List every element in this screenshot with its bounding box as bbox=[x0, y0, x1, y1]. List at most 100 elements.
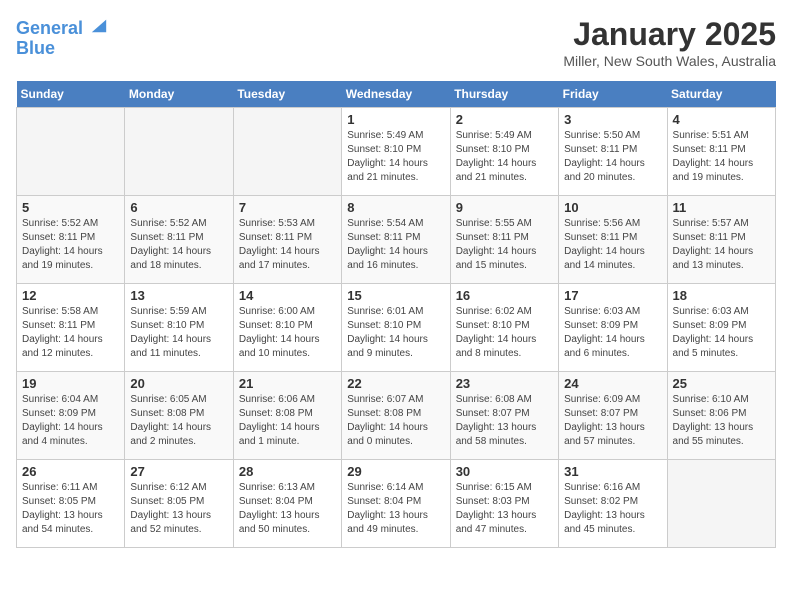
calendar-cell: 14 Sunrise: 6:00 AM Sunset: 8:10 PM Dayli… bbox=[233, 284, 341, 372]
day-info: Sunrise: 6:06 AM Sunset: 8:08 PM Dayligh… bbox=[239, 393, 336, 449]
day-info: Sunrise: 5:49 AM Sunset: 8:10 PM Dayligh… bbox=[456, 129, 553, 185]
week-row-2: 5 Sunrise: 5:52 AM Sunset: 8:11 PM Daylig… bbox=[17, 196, 776, 284]
day-number: 9 bbox=[456, 200, 553, 215]
day-number: 6 bbox=[130, 200, 227, 215]
day-number: 19 bbox=[22, 376, 119, 391]
calendar-cell: 13 Sunrise: 5:59 AM Sunset: 8:10 PM Dayli… bbox=[125, 284, 233, 372]
calendar-cell: 15 Sunrise: 6:01 AM Sunset: 8:10 PM Dayli… bbox=[342, 284, 450, 372]
day-info: Sunrise: 5:59 AM Sunset: 8:10 PM Dayligh… bbox=[130, 305, 227, 361]
day-info: Sunrise: 6:07 AM Sunset: 8:08 PM Dayligh… bbox=[347, 393, 444, 449]
header-wednesday: Wednesday bbox=[342, 81, 450, 108]
calendar-cell: 22 Sunrise: 6:07 AM Sunset: 8:08 PM Dayli… bbox=[342, 372, 450, 460]
day-number: 8 bbox=[347, 200, 444, 215]
week-row-5: 26 Sunrise: 6:11 AM Sunset: 8:05 PM Dayli… bbox=[17, 460, 776, 548]
calendar-cell: 6 Sunrise: 5:52 AM Sunset: 8:11 PM Daylig… bbox=[125, 196, 233, 284]
day-number: 18 bbox=[673, 288, 770, 303]
day-info: Sunrise: 5:52 AM Sunset: 8:11 PM Dayligh… bbox=[130, 217, 227, 273]
day-info: Sunrise: 5:53 AM Sunset: 8:11 PM Dayligh… bbox=[239, 217, 336, 273]
day-info: Sunrise: 6:00 AM Sunset: 8:10 PM Dayligh… bbox=[239, 305, 336, 361]
calendar-cell: 27 Sunrise: 6:12 AM Sunset: 8:05 PM Dayli… bbox=[125, 460, 233, 548]
day-number: 17 bbox=[564, 288, 661, 303]
day-number: 27 bbox=[130, 464, 227, 479]
logo: General Blue bbox=[16, 16, 108, 59]
calendar-cell: 2 Sunrise: 5:49 AM Sunset: 8:10 PM Daylig… bbox=[450, 108, 558, 196]
day-info: Sunrise: 5:49 AM Sunset: 8:10 PM Dayligh… bbox=[347, 129, 444, 185]
calendar-cell: 29 Sunrise: 6:14 AM Sunset: 8:04 PM Dayli… bbox=[342, 460, 450, 548]
calendar-cell: 8 Sunrise: 5:54 AM Sunset: 8:11 PM Daylig… bbox=[342, 196, 450, 284]
day-number: 7 bbox=[239, 200, 336, 215]
calendar-cell: 26 Sunrise: 6:11 AM Sunset: 8:05 PM Dayli… bbox=[17, 460, 125, 548]
day-number: 25 bbox=[673, 376, 770, 391]
header-sunday: Sunday bbox=[17, 81, 125, 108]
day-number: 24 bbox=[564, 376, 661, 391]
header-tuesday: Tuesday bbox=[233, 81, 341, 108]
calendar-cell bbox=[17, 108, 125, 196]
day-number: 22 bbox=[347, 376, 444, 391]
calendar-cell: 12 Sunrise: 5:58 AM Sunset: 8:11 PM Dayli… bbox=[17, 284, 125, 372]
day-info: Sunrise: 6:03 AM Sunset: 8:09 PM Dayligh… bbox=[673, 305, 770, 361]
week-row-1: 1 Sunrise: 5:49 AM Sunset: 8:10 PM Daylig… bbox=[17, 108, 776, 196]
calendar-cell: 24 Sunrise: 6:09 AM Sunset: 8:07 PM Dayli… bbox=[559, 372, 667, 460]
day-number: 2 bbox=[456, 112, 553, 127]
calendar-cell: 5 Sunrise: 5:52 AM Sunset: 8:11 PM Daylig… bbox=[17, 196, 125, 284]
day-info: Sunrise: 6:04 AM Sunset: 8:09 PM Dayligh… bbox=[22, 393, 119, 449]
day-number: 3 bbox=[564, 112, 661, 127]
day-info: Sunrise: 6:14 AM Sunset: 8:04 PM Dayligh… bbox=[347, 481, 444, 537]
calendar-cell: 31Sunrise: 6:16 AM Sunset: 8:02 PM Dayli… bbox=[559, 460, 667, 548]
calendar-cell: 30Sunrise: 6:15 AM Sunset: 8:03 PM Dayli… bbox=[450, 460, 558, 548]
day-info: Sunrise: 5:51 AM Sunset: 8:11 PM Dayligh… bbox=[673, 129, 770, 185]
day-info: Sunrise: 6:10 AM Sunset: 8:06 PM Dayligh… bbox=[673, 393, 770, 449]
day-info: Sunrise: 5:55 AM Sunset: 8:11 PM Dayligh… bbox=[456, 217, 553, 273]
calendar-cell: 18 Sunrise: 6:03 AM Sunset: 8:09 PM Dayli… bbox=[667, 284, 775, 372]
logo-icon bbox=[90, 16, 108, 34]
day-info: Sunrise: 6:16 AM Sunset: 8:02 PM Dayligh… bbox=[564, 481, 661, 537]
day-info: Sunrise: 5:58 AM Sunset: 8:11 PM Dayligh… bbox=[22, 305, 119, 361]
calendar-cell: 1 Sunrise: 5:49 AM Sunset: 8:10 PM Daylig… bbox=[342, 108, 450, 196]
header-friday: Friday bbox=[559, 81, 667, 108]
calendar-cell: 4 Sunrise: 5:51 AM Sunset: 8:11 PM Daylig… bbox=[667, 108, 775, 196]
calendar-cell: 11Sunrise: 5:57 AM Sunset: 8:11 PM Dayli… bbox=[667, 196, 775, 284]
header-monday: Monday bbox=[125, 81, 233, 108]
calendar-cell: 16Sunrise: 6:02 AM Sunset: 8:10 PM Dayli… bbox=[450, 284, 558, 372]
day-number: 5 bbox=[22, 200, 119, 215]
calendar-cell: 20Sunrise: 6:05 AM Sunset: 8:08 PM Dayli… bbox=[125, 372, 233, 460]
day-info: Sunrise: 6:01 AM Sunset: 8:10 PM Dayligh… bbox=[347, 305, 444, 361]
header-saturday: Saturday bbox=[667, 81, 775, 108]
day-number: 15 bbox=[347, 288, 444, 303]
day-info: Sunrise: 5:57 AM Sunset: 8:11 PM Dayligh… bbox=[673, 217, 770, 273]
day-info: Sunrise: 6:03 AM Sunset: 8:09 PM Dayligh… bbox=[564, 305, 661, 361]
day-number: 29 bbox=[347, 464, 444, 479]
day-number: 26 bbox=[22, 464, 119, 479]
calendar-cell: 28 Sunrise: 6:13 AM Sunset: 8:04 PM Dayli… bbox=[233, 460, 341, 548]
day-number: 12 bbox=[22, 288, 119, 303]
day-number: 28 bbox=[239, 464, 336, 479]
day-number: 4 bbox=[673, 112, 770, 127]
day-number: 10 bbox=[564, 200, 661, 215]
day-info: Sunrise: 6:11 AM Sunset: 8:05 PM Dayligh… bbox=[22, 481, 119, 537]
day-info: Sunrise: 5:54 AM Sunset: 8:11 PM Dayligh… bbox=[347, 217, 444, 273]
day-info: Sunrise: 6:12 AM Sunset: 8:05 PM Dayligh… bbox=[130, 481, 227, 537]
calendar-table: SundayMondayTuesdayWednesdayThursdayFrid… bbox=[16, 81, 776, 548]
title-block: January 2025 Miller, New South Wales, Au… bbox=[563, 16, 776, 69]
calendar-title: January 2025 bbox=[563, 16, 776, 53]
day-info: Sunrise: 6:09 AM Sunset: 8:07 PM Dayligh… bbox=[564, 393, 661, 449]
calendar-cell: 23Sunrise: 6:08 AM Sunset: 8:07 PM Dayli… bbox=[450, 372, 558, 460]
calendar-cell bbox=[125, 108, 233, 196]
day-info: Sunrise: 5:50 AM Sunset: 8:11 PM Dayligh… bbox=[564, 129, 661, 185]
day-number: 21 bbox=[239, 376, 336, 391]
calendar-cell: 17 Sunrise: 6:03 AM Sunset: 8:09 PM Dayli… bbox=[559, 284, 667, 372]
day-number: 1 bbox=[347, 112, 444, 127]
week-row-3: 12 Sunrise: 5:58 AM Sunset: 8:11 PM Dayli… bbox=[17, 284, 776, 372]
day-info: Sunrise: 6:15 AM Sunset: 8:03 PM Dayligh… bbox=[456, 481, 553, 537]
calendar-cell: 3 Sunrise: 5:50 AM Sunset: 8:11 PM Daylig… bbox=[559, 108, 667, 196]
logo-text: General Blue bbox=[16, 16, 108, 59]
day-number: 16 bbox=[456, 288, 553, 303]
day-number: 23 bbox=[456, 376, 553, 391]
day-number: 13 bbox=[130, 288, 227, 303]
day-info: Sunrise: 6:13 AM Sunset: 8:04 PM Dayligh… bbox=[239, 481, 336, 537]
calendar-header-row: SundayMondayTuesdayWednesdayThursdayFrid… bbox=[17, 81, 776, 108]
day-number: 20 bbox=[130, 376, 227, 391]
calendar-cell bbox=[233, 108, 341, 196]
day-number: 14 bbox=[239, 288, 336, 303]
day-info: Sunrise: 5:52 AM Sunset: 8:11 PM Dayligh… bbox=[22, 217, 119, 273]
